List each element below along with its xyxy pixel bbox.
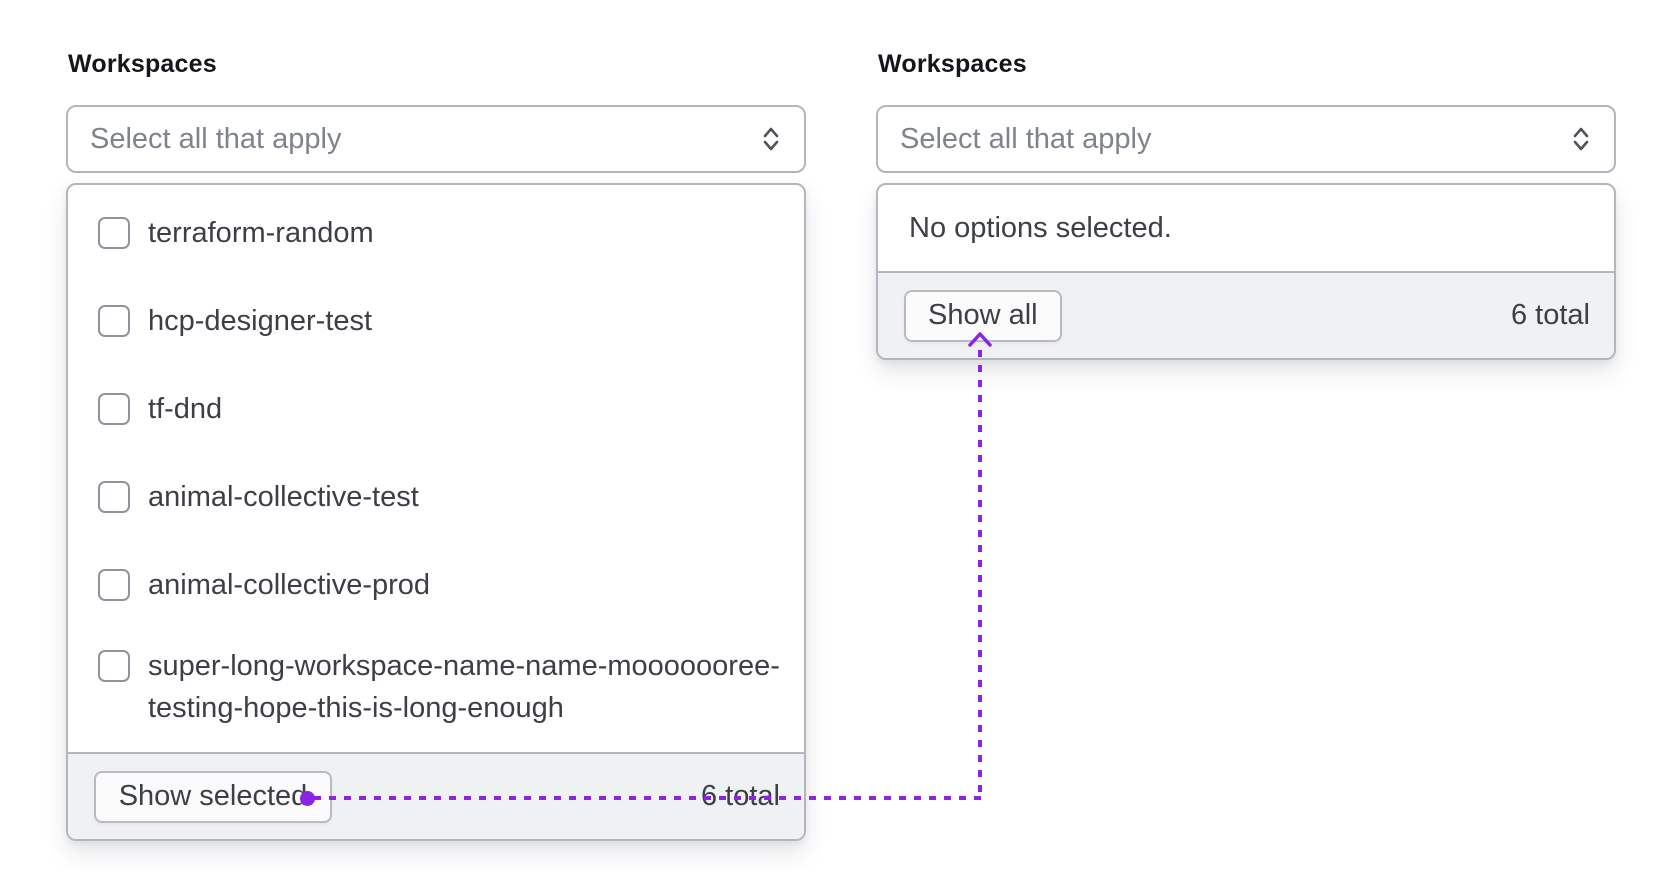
option-label: tf-dnd	[148, 393, 223, 425]
left-total-count: 6 total	[701, 780, 780, 812]
checkbox-unchecked[interactable]	[98, 481, 130, 513]
right-select-trigger[interactable]: Select all that apply	[876, 105, 1616, 173]
left-panel-footer: Show selected 6 total	[68, 752, 804, 839]
checkbox-unchecked[interactable]	[98, 393, 130, 425]
checkbox-unchecked[interactable]	[98, 650, 130, 682]
chevrons-up-down-icon	[758, 124, 784, 154]
option-row[interactable]: tf-dnd	[98, 381, 780, 437]
option-label: hcp-designer-test	[148, 305, 373, 337]
show-selected-button[interactable]: Show selected	[94, 770, 332, 823]
right-select-placeholder: Select all that apply	[900, 122, 1152, 155]
chevrons-up-down-icon	[1568, 124, 1594, 154]
checkbox-unchecked[interactable]	[98, 217, 130, 249]
no-options-selected-message: No options selected.	[909, 211, 1172, 244]
annotation-dotted-line-vertical	[978, 350, 982, 798]
option-label: animal-collective-test	[148, 481, 419, 513]
option-row[interactable]: super-long-workspace-name-name-moooooore…	[98, 645, 780, 729]
checkbox-unchecked[interactable]	[98, 569, 130, 601]
right-workspaces-label: Workspaces	[878, 50, 1027, 78]
show-all-button[interactable]: Show all	[904, 289, 1062, 342]
option-row[interactable]: animal-collective-prod	[98, 557, 780, 613]
option-row[interactable]: terraform-random	[98, 205, 780, 261]
checkbox-unchecked[interactable]	[98, 305, 130, 337]
right-dropdown-panel: No options selected. Show all 6 total	[876, 183, 1616, 360]
option-label: animal-collective-prod	[148, 569, 431, 601]
option-label: terraform-random	[148, 217, 374, 249]
left-workspaces-label: Workspaces	[68, 50, 217, 78]
option-row[interactable]: hcp-designer-test	[98, 293, 780, 349]
right-panel-footer: Show all 6 total	[878, 271, 1614, 358]
left-dropdown-panel: terraform-random hcp-designer-test tf-dn…	[66, 183, 806, 841]
left-select-placeholder: Select all that apply	[90, 122, 342, 155]
option-label: super-long-workspace-name-name-moooooore…	[148, 650, 780, 724]
right-total-count: 6 total	[1511, 299, 1590, 331]
option-row[interactable]: animal-collective-test	[98, 469, 780, 525]
left-select-trigger[interactable]: Select all that apply	[66, 105, 806, 173]
left-option-list: terraform-random hcp-designer-test tf-dn…	[68, 185, 804, 752]
right-empty-area: No options selected.	[878, 185, 1614, 271]
